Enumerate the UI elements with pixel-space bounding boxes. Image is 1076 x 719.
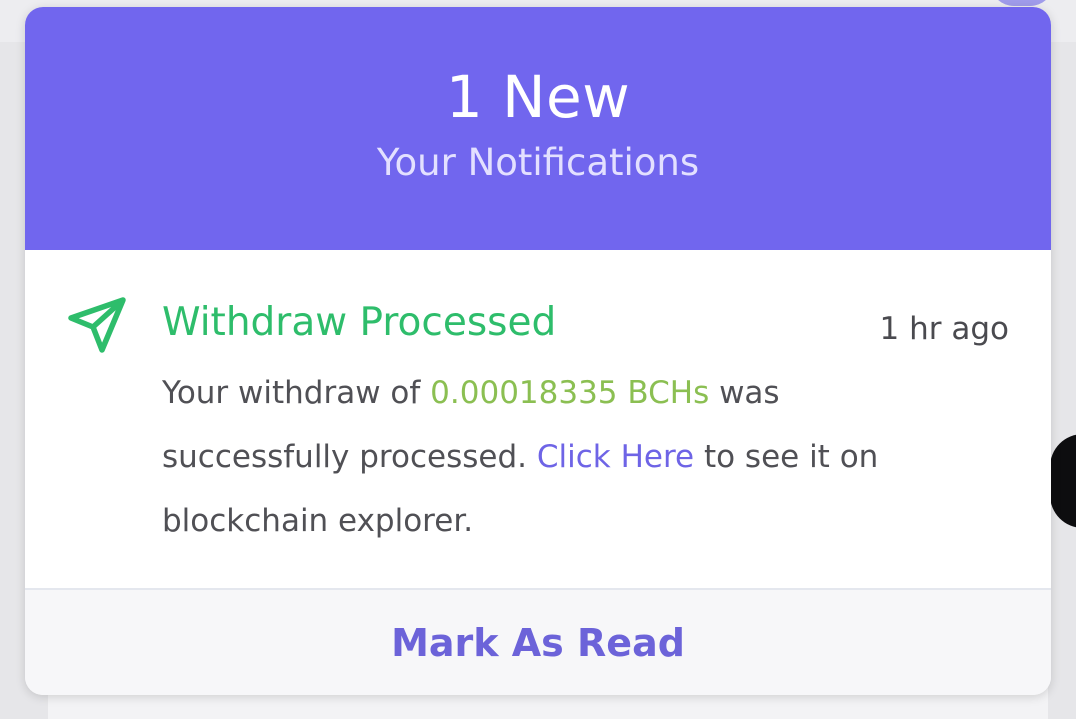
notifications-footer: Mark As Read — [25, 590, 1051, 695]
notifications-subtitle: Your Notifications — [376, 141, 700, 184]
notification-body: Your withdraw of 0.00018335 BCHs was suc… — [162, 361, 882, 553]
floating-button[interactable] — [1050, 434, 1076, 528]
mark-as-read-button[interactable]: Mark As Read — [391, 620, 685, 666]
new-count: 1 New — [445, 63, 631, 131]
notification-title: Withdraw Processed — [162, 300, 557, 345]
explorer-link[interactable]: Click Here — [537, 439, 694, 475]
notification-item[interactable]: Withdraw Processed 1 hr ago Your withdra… — [25, 250, 1051, 590]
send-icon — [67, 294, 129, 356]
notifications-header: 1 New Your Notifications — [25, 7, 1051, 250]
notification-time: 1 hr ago — [879, 311, 1009, 347]
body-text-1: Your withdraw of — [162, 375, 431, 411]
withdraw-amount: 0.00018335 BCHs — [430, 375, 710, 411]
notifications-dropdown: 1 New Your Notifications Withdraw Proces… — [25, 7, 1051, 695]
